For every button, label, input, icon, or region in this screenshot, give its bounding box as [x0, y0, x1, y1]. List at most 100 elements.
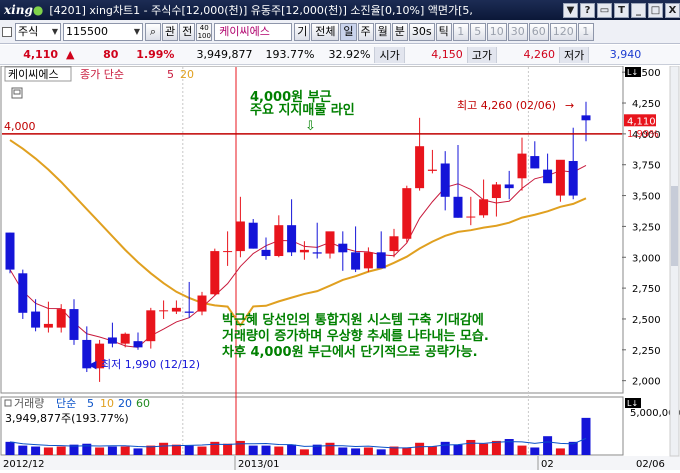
- current-price: 4,110: [23, 48, 58, 61]
- candle-body: [197, 295, 207, 312]
- candle-body: [402, 188, 412, 239]
- all-button[interactable]: 전체: [311, 22, 340, 41]
- chart-area[interactable]: 5,000,000 4,500 4,250 4,000 3,750 3,500 3,250…: [0, 65, 680, 470]
- search-icon: ⌕: [149, 24, 157, 38]
- candle-body: [248, 222, 258, 249]
- volume-bar: [107, 446, 117, 455]
- interval-120[interactable]: 120: [549, 22, 577, 41]
- interval-60[interactable]: 60: [528, 22, 549, 41]
- period-minute[interactable]: 분: [391, 22, 408, 41]
- volume-bar: [261, 445, 271, 455]
- maximize-button[interactable]: □: [648, 2, 663, 18]
- related-button[interactable]: 관: [162, 22, 179, 41]
- candle-body: [440, 163, 450, 197]
- candle-body: [5, 232, 15, 270]
- period-month[interactable]: 월: [374, 22, 391, 41]
- volume-bar: [223, 443, 233, 455]
- low-label: 저가: [558, 46, 590, 63]
- chart-button[interactable]: 전: [179, 22, 196, 41]
- interval-30[interactable]: 30: [507, 22, 528, 41]
- comment-line-1: 박근혜 당선인의 통합지원 시스템 구축 기대감에: [222, 312, 484, 328]
- interval-5[interactable]: 5: [469, 22, 486, 41]
- low-arrow-icon: ◀: [88, 358, 97, 371]
- y-tick-label: 2,000: [632, 377, 661, 388]
- help-button[interactable]: ?: [580, 2, 595, 18]
- title-bar: xing● [4201] xing차트1 - 주식수[12,000(천)] 유동…: [0, 0, 680, 20]
- candle-body: [184, 311, 194, 313]
- close-button[interactable]: X: [665, 2, 680, 18]
- volume-ma5: 5: [87, 397, 94, 410]
- candle-body: [491, 184, 501, 199]
- candle-body: [555, 159, 565, 196]
- scrollbar-thumb[interactable]: [671, 186, 678, 266]
- candle-body: [171, 307, 181, 312]
- candle-body: [479, 199, 489, 216]
- toolbar-checkbox[interactable]: [2, 26, 12, 37]
- open-price: 4,150: [431, 48, 463, 61]
- interval-extra[interactable]: 1: [577, 22, 594, 41]
- volume-bar: [479, 443, 489, 455]
- y-tick-label: 2,250: [632, 346, 661, 357]
- volume-ma-label: 단순: [56, 397, 76, 410]
- volume-ma60: 60: [136, 397, 150, 410]
- candle-body: [120, 333, 130, 344]
- candle-body: [351, 252, 361, 270]
- low-note: 최저 1,990 (12/12): [101, 358, 200, 371]
- candle-body: [287, 225, 297, 253]
- candlestick-chart[interactable]: 5,000,000 4,5004,2504,0003,7503,5003,250…: [0, 65, 680, 470]
- candle-body: [325, 231, 335, 254]
- candle-body: [210, 251, 220, 295]
- restore-button[interactable]: ▭: [597, 2, 612, 18]
- volume-label: 거래량: [14, 397, 44, 410]
- search-button[interactable]: ⌕: [145, 22, 161, 41]
- dropdown-button[interactable]: ▼: [563, 2, 578, 18]
- toolbar: 주식 ▼ 115500 ▼ ⌕ 관 전 40 100 케이씨에스 기 전체 일 주 월…: [0, 20, 680, 44]
- ratio-value: 32.92%: [328, 48, 371, 61]
- x-tick-label: 2012/12: [3, 459, 45, 470]
- current-price-tag-text: 4,110: [627, 116, 656, 127]
- support-arrow-icon: ⇩: [305, 119, 316, 134]
- y-tick-label: 4,250: [632, 99, 661, 110]
- candle-body: [363, 252, 373, 269]
- low-price: 3,940: [609, 48, 642, 61]
- high-label: 고가: [466, 46, 497, 63]
- minimize-button[interactable]: _: [631, 2, 646, 18]
- legend-ma5: 5: [167, 68, 174, 81]
- candle-body: [427, 169, 437, 171]
- volume-bar: [133, 448, 143, 455]
- interval-1[interactable]: 1: [452, 22, 469, 41]
- comment-line-3: 차후 4,000원 부근에서 단기적으로 공략가능.: [222, 344, 478, 360]
- period-tick[interactable]: 틱: [435, 22, 452, 41]
- volume-toggle-icon[interactable]: [4, 399, 12, 407]
- period-week[interactable]: 주: [357, 22, 374, 41]
- volume-value-label: 3,949,877주(193.77%): [5, 412, 129, 425]
- comment-line-2: 거래량이 증가하며 우상향 추세를 나타내는 모습.: [222, 328, 489, 344]
- candle-body: [466, 216, 476, 218]
- x-tick-label: 02/06: [636, 459, 665, 470]
- candle-body: [568, 161, 578, 196]
- gi-button[interactable]: 기: [294, 22, 311, 41]
- period-30s[interactable]: 30s: [408, 22, 435, 41]
- stock-code-input[interactable]: 115500 ▼: [63, 22, 143, 41]
- volume-bar: [274, 446, 284, 455]
- candle-body: [415, 146, 425, 189]
- vol-axis-unit-icon-label: L↓: [627, 399, 638, 408]
- period-day[interactable]: 일: [340, 22, 357, 41]
- y-tick-label: 3,000: [632, 253, 661, 264]
- market-select[interactable]: 주식 ▼: [15, 22, 61, 41]
- candle-body: [43, 323, 53, 328]
- volume-value: 3,949,877: [196, 48, 253, 61]
- up-arrow-icon: ▲: [66, 48, 75, 61]
- volume-bar: [581, 417, 591, 455]
- x-axis-strip: [0, 456, 680, 470]
- x-tick-label: 2013/01: [238, 459, 280, 470]
- volume-bar: [120, 446, 130, 455]
- candle-body: [159, 310, 169, 312]
- y-tick-label: 2,500: [632, 315, 661, 326]
- interval-10[interactable]: 10: [486, 22, 507, 41]
- volume-bar: [466, 439, 476, 455]
- candle-body: [543, 169, 553, 184]
- count-selector[interactable]: 40 100: [196, 22, 213, 41]
- text-button[interactable]: T: [614, 2, 629, 18]
- candle-body: [530, 156, 540, 169]
